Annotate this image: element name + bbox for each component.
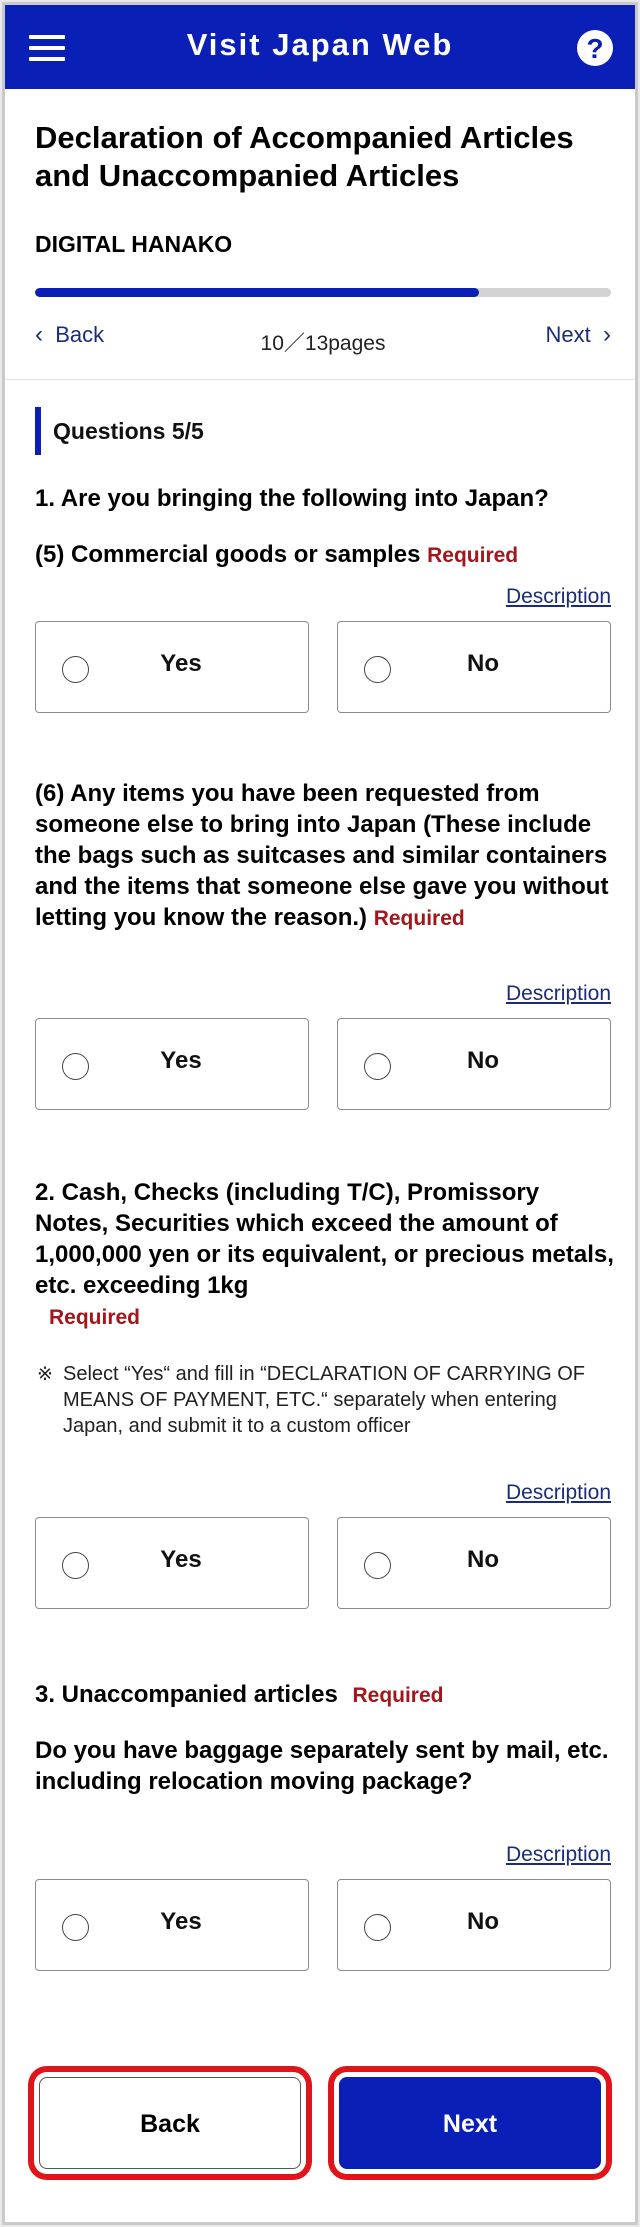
q1-5-no-option[interactable]: No [337, 621, 611, 713]
option-label: Yes [160, 1908, 202, 1935]
option-label: No [467, 1047, 499, 1074]
chevron-right-icon: › [603, 321, 611, 348]
question-2-text: 2. Cash, Checks (including T/C), Promiss… [35, 1179, 614, 1299]
page-title: Declaration of Accompanied Articles and … [35, 120, 574, 193]
app-header: Visit Japan Web ? [5, 5, 635, 89]
question-2-note: Select “Yes“ and fill in “DECLARATION OF… [63, 1363, 585, 1437]
divider [5, 379, 635, 380]
nav-next-link[interactable]: Next › [546, 321, 611, 349]
q2-yes-option[interactable]: Yes [35, 1517, 309, 1609]
q1-6-no-option[interactable]: No [337, 1018, 611, 1110]
question-1-6-label: (6) Any items you have been requested fr… [35, 780, 609, 931]
description-link[interactable]: Description [506, 982, 611, 1006]
user-name: DIGITAL HANAKO [35, 231, 233, 257]
note-mark: ※ [37, 1364, 53, 1385]
q1-6-yes-option[interactable]: Yes [35, 1018, 309, 1110]
question-3-text: Do you have baggage separately sent by m… [35, 1737, 609, 1795]
question-1-6-text: (6) Any items you have been requested fr… [35, 778, 615, 934]
app-title: Visit Japan Web [186, 27, 454, 62]
description-link[interactable]: Description [506, 1843, 611, 1867]
nav-next-label: Next [545, 322, 591, 347]
question-mark-icon[interactable]: ? [577, 30, 613, 66]
progress-bar-fill [35, 288, 479, 297]
description-link[interactable]: Description [506, 585, 611, 609]
option-label: No [467, 1908, 499, 1935]
question-1-5-label: (5) Commercial goods or samples [35, 541, 421, 568]
required-badge: Required [427, 544, 519, 567]
question-3-heading-row: 3. Unaccompanied articles Required [35, 1679, 615, 1711]
question-3-heading: 3. Unaccompanied articles [35, 1681, 338, 1708]
option-label: Yes [160, 1546, 202, 1573]
question-1-5-text: (5) Commercial goods or samples Required [35, 539, 615, 571]
q1-5-yes-option[interactable]: Yes [35, 621, 309, 713]
next-button[interactable]: Next [339, 2077, 601, 2169]
option-label: No [467, 1546, 499, 1573]
option-label: No [467, 650, 499, 677]
option-label: Yes [160, 1047, 202, 1074]
description-link[interactable]: Description [506, 1481, 611, 1505]
back-button[interactable]: Back [39, 2077, 301, 2169]
q3-no-option[interactable]: No [337, 1879, 611, 1971]
required-badge: Required [49, 1306, 141, 1329]
required-badge: Required [373, 907, 465, 930]
q3-yes-option[interactable]: Yes [35, 1879, 309, 1971]
q2-no-option[interactable]: No [337, 1517, 611, 1609]
app-frame: Visit Japan Web ? Declaration of Accompa… [2, 2, 638, 2225]
page-navigation: ‹ Back 10／13pages Next › [35, 317, 611, 355]
option-label: Yes [160, 650, 202, 677]
section-heading: Questions 5/5 [35, 407, 204, 455]
progress-bar [35, 288, 611, 297]
question-1-heading: 1. Are you bringing the following into J… [35, 485, 549, 512]
required-badge: Required [352, 1684, 444, 1707]
page-counter: 10／13pages [260, 332, 386, 355]
